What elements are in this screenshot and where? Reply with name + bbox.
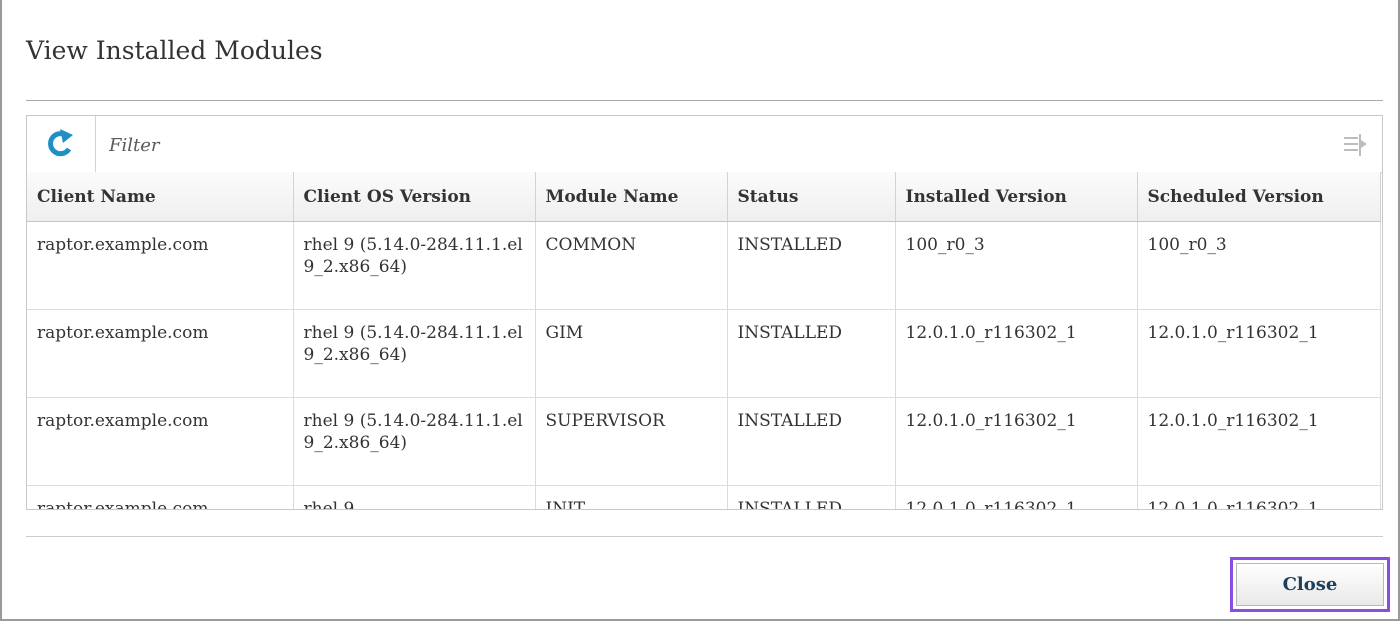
filter-input[interactable]	[97, 124, 1311, 166]
cell-module-name: COMMON	[535, 221, 728, 310]
filter-options-button[interactable]	[1342, 132, 1368, 158]
title-divider	[26, 100, 1383, 101]
column-header-status[interactable]: Status	[727, 172, 896, 222]
column-header-client-name[interactable]: Client Name	[27, 172, 294, 222]
cell-status: INSTALLED	[727, 485, 896, 509]
cell-client-name: raptor.example.com	[27, 221, 294, 310]
cell-scheduled-version: 100_r0_3	[1137, 221, 1381, 310]
table-row[interactable]: raptor.example.com rhel 9 (5.14.0-284.11…	[27, 397, 1381, 486]
cell-installed-version: 12.0.1.0_r116302_1	[895, 309, 1138, 398]
column-header-installed-version[interactable]: Installed Version	[895, 172, 1138, 222]
cell-scheduled-version: 12.0.1.0_r116302_1	[1137, 397, 1381, 486]
cell-status: INSTALLED	[727, 309, 896, 398]
column-header-client-os-version[interactable]: Client OS Version	[293, 172, 536, 222]
cell-client-os-version: rhel 9 (5.14.0-284.11.1.el9_2.x86_64)	[293, 221, 536, 310]
cell-client-os-version: rhel 9 (5.14.0-284.11.1.el9_2.x86_64)	[293, 309, 536, 398]
refresh-icon	[46, 125, 76, 163]
grid-toolbar	[27, 116, 1382, 173]
table-header-row: Client Name Client OS Version Module Nam…	[27, 172, 1381, 222]
close-button[interactable]: Close	[1236, 563, 1384, 606]
refresh-button[interactable]	[27, 116, 96, 172]
footer-divider	[26, 536, 1383, 537]
cell-client-name: raptor.example.com	[27, 397, 294, 486]
cell-installed-version: 12.0.1.0_r116302_1	[895, 485, 1138, 509]
cell-scheduled-version: 12.0.1.0_r116302_1	[1137, 485, 1381, 509]
modules-table: Client Name Client OS Version Module Nam…	[27, 172, 1381, 509]
column-header-scheduled-version[interactable]: Scheduled Version	[1137, 172, 1381, 222]
cell-module-name: SUPERVISOR	[535, 397, 728, 486]
cell-client-os-version: rhel 9	[293, 485, 536, 509]
table-row[interactable]: raptor.example.com rhel 9 (5.14.0-284.11…	[27, 309, 1381, 398]
cell-installed-version: 100_r0_3	[895, 221, 1138, 310]
cell-client-name: raptor.example.com	[27, 309, 294, 398]
cell-installed-version: 12.0.1.0_r116302_1	[895, 397, 1138, 486]
cell-client-os-version: rhel 9 (5.14.0-284.11.1.el9_2.x86_64)	[293, 397, 536, 486]
column-header-module-name[interactable]: Module Name	[535, 172, 728, 222]
cell-module-name: INIT	[535, 485, 728, 509]
cell-status: INSTALLED	[727, 221, 896, 310]
cell-scheduled-version: 12.0.1.0_r116302_1	[1137, 309, 1381, 398]
installed-modules-dialog: View Installed Modules Filter Client Nam…	[0, 0, 1400, 621]
close-button-focus-ring: Close	[1230, 557, 1390, 612]
dialog-title: View Installed Modules	[26, 36, 323, 65]
table-row[interactable]: raptor.example.com rhel 9 (5.14.0-284.11…	[27, 221, 1381, 310]
cell-status: INSTALLED	[727, 397, 896, 486]
modules-grid: Client Name Client OS Version Module Nam…	[26, 115, 1383, 510]
cell-module-name: GIM	[535, 309, 728, 398]
filter-options-icon	[1342, 134, 1368, 162]
cell-client-name: raptor.example.com	[27, 485, 294, 509]
table-row[interactable]: raptor.example.com rhel 9 INIT INSTALLED…	[27, 485, 1381, 509]
